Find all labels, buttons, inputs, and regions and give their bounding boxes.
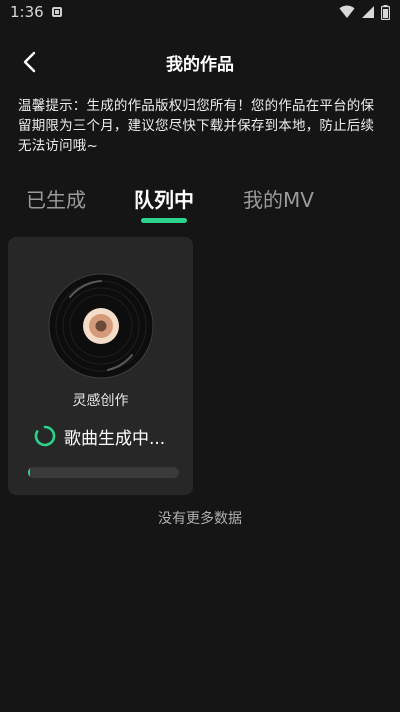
status-text: 歌曲生成中... <box>64 428 166 449</box>
battery-icon <box>381 4 390 20</box>
signal-icon <box>362 6 374 18</box>
notice-text: 温馨提示：生成的作品版权归您所有！您的作品在平台的保留期限为三个月，建议您尽快下… <box>18 98 375 154</box>
tab-queue[interactable]: 队列中 <box>134 184 194 213</box>
work-card[interactable]: 灵感创作 歌曲生成中... <box>8 237 193 495</box>
generation-status: 歌曲生成中... <box>34 423 165 449</box>
status-bar: 1:36 <box>0 0 400 26</box>
card-title: 灵感创作 <box>72 393 129 409</box>
wifi-icon <box>339 5 355 18</box>
tab-my-mv[interactable]: 我的MV <box>243 184 314 213</box>
notification-icon <box>52 7 62 17</box>
progress-bar <box>28 467 179 478</box>
vinyl-record-icon <box>48 273 154 379</box>
tab-bar: 已生成 队列中 我的MV <box>0 178 400 228</box>
tab-generated[interactable]: 已生成 <box>26 184 86 213</box>
no-more-data: 没有更多数据 <box>158 511 242 527</box>
header: 我的作品 <box>0 28 400 94</box>
loading-spinner-icon <box>34 425 56 447</box>
tab-indicator <box>141 218 187 223</box>
progress-fill <box>28 467 31 478</box>
status-time: 1:36 <box>10 3 44 21</box>
page-title: 我的作品 <box>166 55 234 75</box>
status-icons <box>339 4 390 20</box>
